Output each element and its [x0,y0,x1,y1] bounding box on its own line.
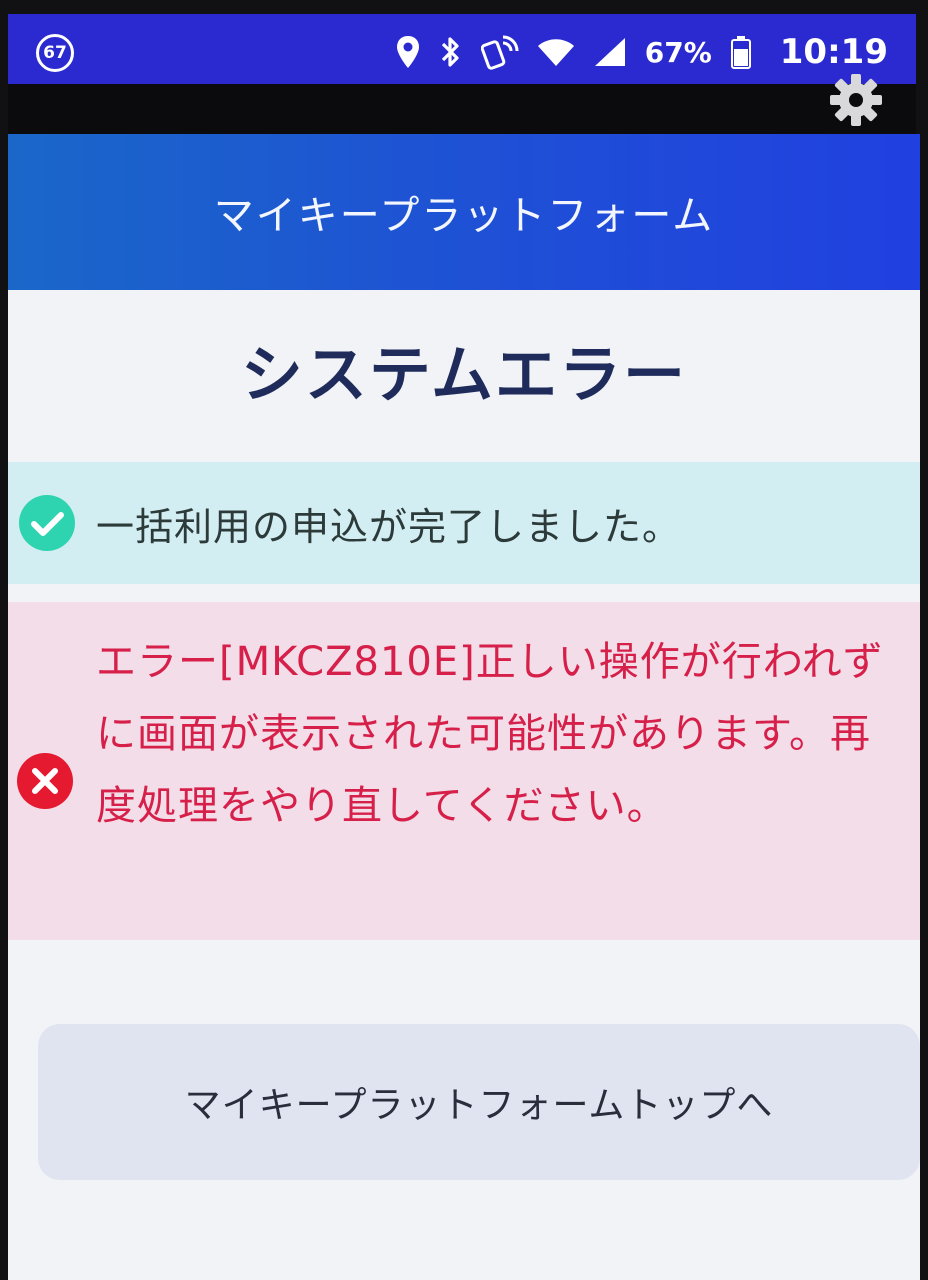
page-title: システムエラー [240,338,688,411]
action-strip [8,74,916,134]
error-message: エラー[MKCZ810E]正しい操作が行われずに画面が表示された可能性があります… [96,639,884,829]
status-icons: 67% 10:19 [395,28,888,76]
error-circle-icon [16,752,74,810]
app-content: マイキープラットフォーム システムエラー 一括利用の申込が完了しました。 エラー… [8,134,920,1280]
nfc-icon [480,33,519,71]
success-message: 一括利用の申込が完了しました。 [96,504,682,549]
platform-top-button[interactable]: マイキープラットフォームトップへ [38,1024,920,1180]
battery-icon [730,35,752,69]
app-header: マイキープラットフォーム [8,134,920,290]
gear-icon[interactable] [826,70,886,130]
location-icon [395,34,421,70]
cellular-icon [593,36,627,68]
device-screen: 67 67% 10:19 マイキープラットフォーム システムエラー 一括利用の申… [0,0,928,1280]
clock: 10:19 [779,32,888,72]
bluetooth-icon [439,34,463,70]
check-circle-icon [18,494,76,552]
notification-count-badge: 67 [36,34,74,72]
battery-percentage: 67% [644,35,712,69]
wifi-icon [537,37,575,67]
error-alert: エラー[MKCZ810E]正しい操作が行われずに画面が表示された可能性があります… [8,602,920,940]
success-alert: 一括利用の申込が完了しました。 [8,462,920,584]
app-header-title: マイキープラットフォーム [213,193,715,239]
status-bar: 67 67% 10:19 [8,14,916,84]
